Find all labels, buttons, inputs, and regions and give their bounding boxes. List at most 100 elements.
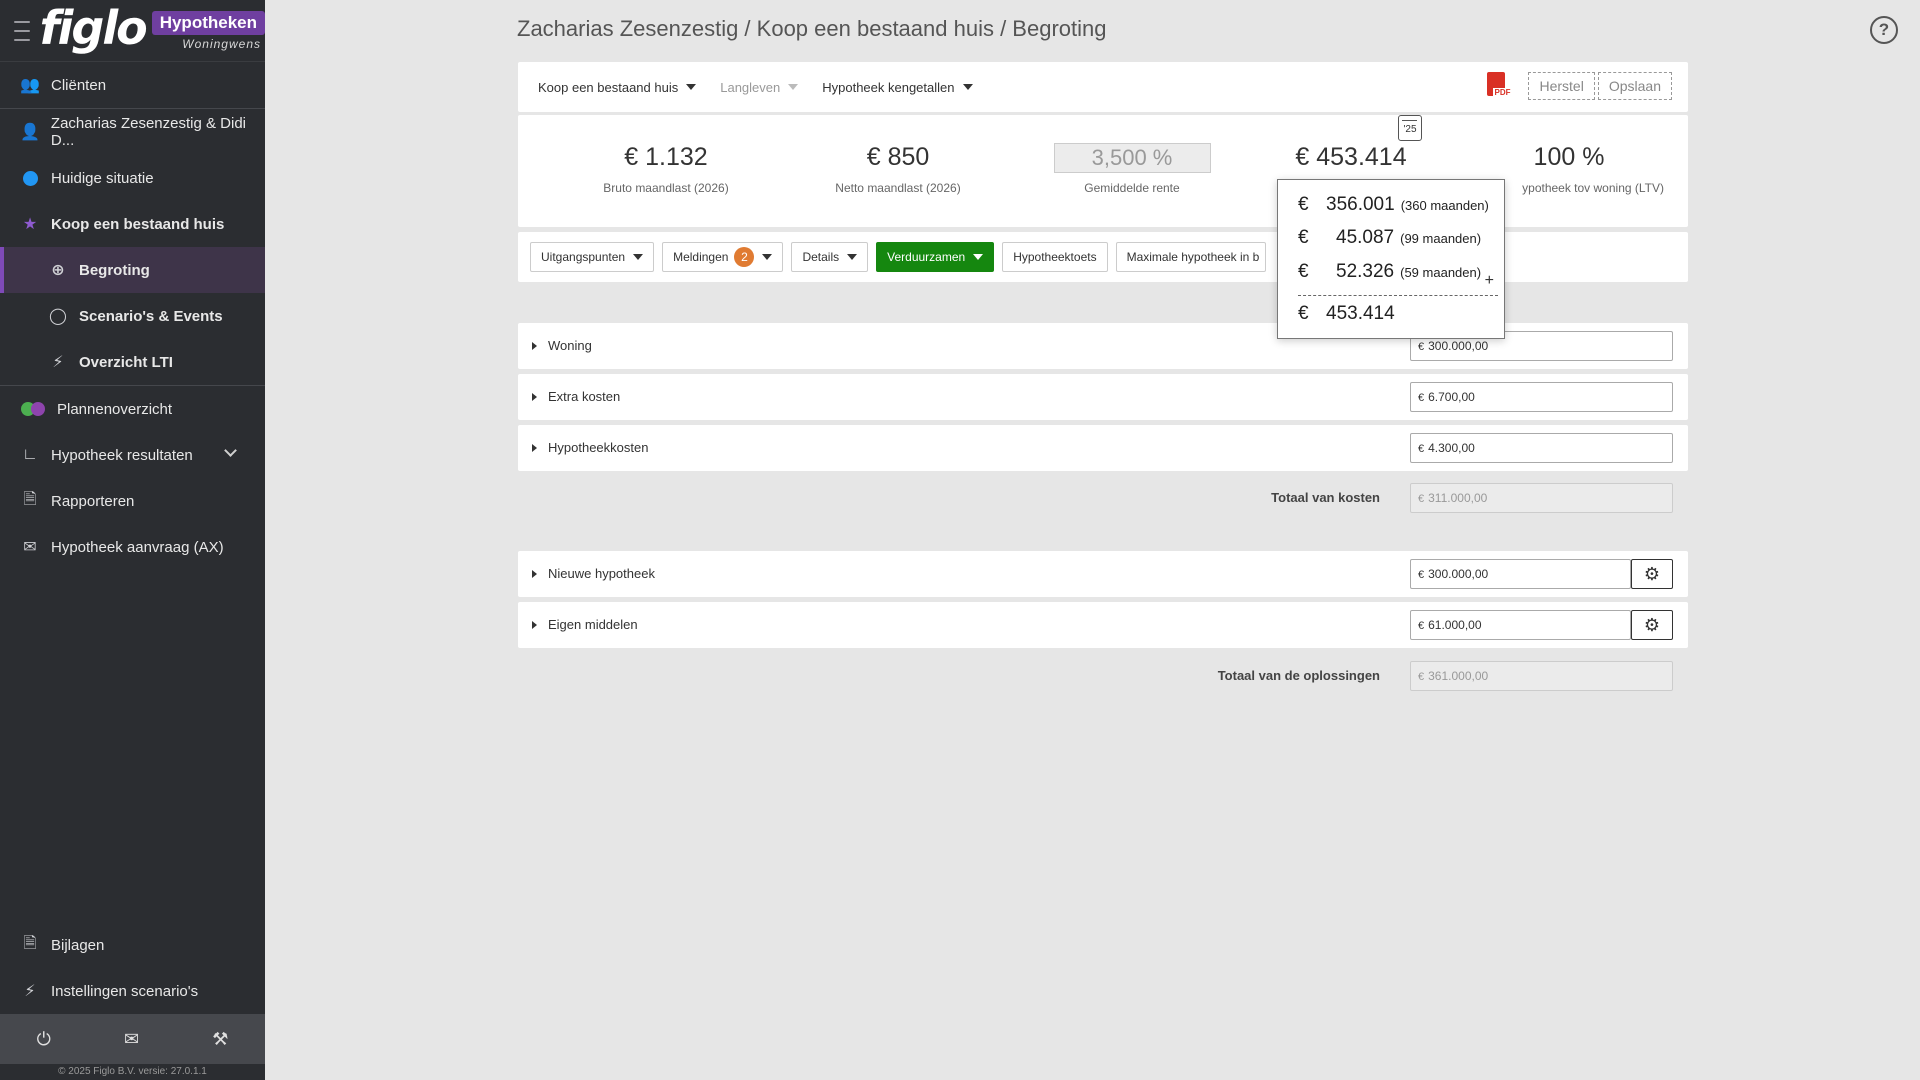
sidebar-item-huidige-situatie[interactable]: Huidige situatie <box>0 155 265 201</box>
mail-icon[interactable]: ✉ <box>124 1029 139 1050</box>
kpi-netto-value: € 850 <box>866 143 930 171</box>
popover-months: (99 maanden) <box>1400 231 1482 246</box>
sidebar-item-koop[interactable]: ★ Koop een bestaand huis <box>0 201 265 247</box>
row-label: Eigen middelen <box>548 617 638 632</box>
document-icon: 🗎 <box>23 934 37 952</box>
tab-label: Hypotheektoets <box>1013 250 1097 264</box>
row-extra-kosten[interactable]: Extra kosten €6.700,00 <box>518 374 1688 420</box>
scenario-dropdown-label: Koop een bestaand huis <box>538 79 679 95</box>
herstel-button[interactable]: Herstel <box>1528 72 1595 100</box>
kpi-ltv-value: 100 % <box>1533 143 1605 171</box>
logo-badge-sub: Woningwens <box>182 36 261 51</box>
breadcrumb: Zacharias Zesenzestig / Koop een bestaan… <box>517 16 1107 41</box>
rente-input[interactable]: 3,500 % <box>1053 143 1211 173</box>
logo[interactable]: figlo <box>40 5 148 51</box>
tab-label: Meldingen <box>673 250 729 264</box>
bolt-icon: ⚡ <box>52 354 64 371</box>
kengetallen-dropdown[interactable]: Hypotheek kengetallen <box>822 79 973 95</box>
sidebar-item-label: Instellingen scenario's <box>51 982 199 1000</box>
logo-badge: Hypotheken Woningwens <box>151 10 265 51</box>
expand-icon[interactable] <box>532 342 537 350</box>
caret-down-icon <box>973 254 984 260</box>
sidebar-item-label: Koop een bestaand huis <box>51 215 225 233</box>
help-icon[interactable]: ? <box>1870 16 1898 44</box>
settings-button[interactable]: ⚙ <box>1631 610 1673 640</box>
hypotheekkosten-input[interactable]: €4.300,00 <box>1410 433 1673 463</box>
gears-icon: ⚙ <box>1643 614 1661 635</box>
total-kosten-label: Totaal van kosten <box>1271 490 1380 505</box>
sidebar-item-begroting[interactable]: ⊕ Begroting <box>0 247 265 293</box>
total-kosten: Totaal van kosten €311.000,00 <box>518 481 1688 515</box>
currency-symbol: € <box>1418 443 1425 455</box>
tab-verduurzamen[interactable]: Verduurzamen <box>876 242 995 272</box>
eigen-middelen-input[interactable]: €61.000,00 <box>1410 610 1631 640</box>
tab-uitgangspunten[interactable]: Uitgangspunten <box>530 242 655 272</box>
users-icon: 👥 <box>20 77 40 94</box>
woning-value: 300.000,00 <box>1428 339 1489 353</box>
kengetallen-dropdown-label: Hypotheek kengetallen <box>822 79 955 95</box>
kpi-netto-label: Netto maandlast (2026) <box>835 181 961 195</box>
expand-icon[interactable] <box>532 444 537 452</box>
row-nieuwe-hypotheek[interactable]: Nieuwe hypotheek €300.000,00 ⚙ <box>518 551 1688 597</box>
chart-icon: ∟ <box>22 446 38 463</box>
currency-symbol: € <box>1418 341 1425 353</box>
tab-meldingen[interactable]: Meldingen 2 <box>662 242 784 272</box>
kpi-bruto-label: Bruto maandlast (2026) <box>603 181 729 195</box>
caret-down-icon <box>788 84 799 90</box>
scenario-dropdown[interactable]: Koop een bestaand huis <box>538 79 697 95</box>
langleven-dropdown-label: Langleven <box>720 79 781 95</box>
settings-button[interactable]: ⚙ <box>1631 559 1673 589</box>
sidebar-item-aanvraag[interactable]: ✉ Hypotheek aanvraag (AX) <box>0 524 265 570</box>
crosshair-icon: ⊕ <box>51 262 65 279</box>
sidebar-item-plannenoverzicht[interactable]: Plannenoverzicht <box>0 386 265 432</box>
tab-maximale-hypotheek[interactable]: Maximale hypotheek in b <box>1115 242 1266 272</box>
expand-icon[interactable] <box>532 621 537 629</box>
popover-total: €453.414 <box>1298 303 1395 325</box>
currency-symbol: € <box>1418 569 1425 581</box>
sidebar-item-rapporteren[interactable]: 🗎 Rapporteren <box>0 478 265 524</box>
calendar-icon[interactable]: '25 <box>1398 115 1422 141</box>
popover-total-amount: 453.414 <box>1326 303 1395 324</box>
row-hypotheekkosten[interactable]: Hypotheekkosten €4.300,00 <box>518 425 1688 471</box>
action-tabs: Uitgangspunten Meldingen 2 Details Verduu… <box>518 232 1688 282</box>
sidebar-item-label: Huidige situatie <box>51 169 154 187</box>
expand-icon[interactable] <box>532 570 537 578</box>
popover-months: (59 maanden) <box>1400 265 1482 280</box>
expand-icon[interactable] <box>532 393 537 401</box>
total-oplossingen-value: €361.000,00 <box>1410 661 1673 691</box>
tab-label: Verduurzamen <box>887 250 966 264</box>
tab-label: Maximale hypotheek in b <box>1126 250 1260 264</box>
total-oplossingen: Totaal van de oplossingen €361.000,00 <box>518 659 1688 693</box>
popover-line: €52.326 (59 maanden) <box>1298 261 1481 283</box>
sidebar-item-instellingen[interactable]: ⚡ Instellingen scenario's <box>0 968 265 1014</box>
extra-kosten-input[interactable]: €6.700,00 <box>1410 382 1673 412</box>
tools-icon[interactable]: ⚒ <box>212 1029 228 1050</box>
eigen-middelen-value: 61.000,00 <box>1428 618 1482 632</box>
nieuwe-hypotheek-input[interactable]: €300.000,00 <box>1410 559 1631 589</box>
tab-hypotheektoets[interactable]: Hypotheektoets <box>1002 242 1108 272</box>
caret-down-icon <box>762 254 773 260</box>
row-woning[interactable]: Woning €300.000,00 <box>518 323 1688 369</box>
logo-area: figlo Hypotheken Woningwens <box>0 0 265 62</box>
gears-icon: ⚙ <box>1643 563 1661 584</box>
sidebar-item-scenarios[interactable]: ◯ Scenario's & Events <box>0 293 265 339</box>
langleven-dropdown[interactable]: Langleven <box>720 79 799 95</box>
tab-label: Details <box>802 250 840 264</box>
sidebar-item-bijlagen[interactable]: 🗎 Bijlagen <box>0 922 265 968</box>
power-icon[interactable]: ⏻ <box>37 1029 51 1050</box>
sidebar-item-label: Scenario's & Events <box>79 307 223 325</box>
sidebar-item-clienten[interactable]: 👥 Cliënten <box>0 62 265 108</box>
user-icon: 👤 <box>20 124 40 141</box>
row-eigen-middelen[interactable]: Eigen middelen €61.000,00 ⚙ <box>518 602 1688 648</box>
total-kosten-amount: 311.000,00 <box>1428 491 1488 505</box>
menu-icon[interactable] <box>14 20 30 41</box>
toggle-icon <box>20 399 46 419</box>
tab-details[interactable]: Details <box>791 242 869 272</box>
document-icon: 🗎 <box>23 490 37 508</box>
chevron-down-icon[interactable] <box>224 444 237 457</box>
sidebar-item-client[interactable]: 👤 Zacharias Zesenzestig & Didi D... <box>0 109 265 155</box>
pdf-icon[interactable]: PDF <box>1487 72 1512 100</box>
sidebar-item-overzicht-lti[interactable]: ⚡ Overzicht LTI <box>0 339 265 385</box>
sidebar-item-hypotheek-resultaten[interactable]: ∟ Hypotheek resultaten <box>0 432 265 478</box>
opslaan-button[interactable]: Opslaan <box>1597 72 1672 100</box>
